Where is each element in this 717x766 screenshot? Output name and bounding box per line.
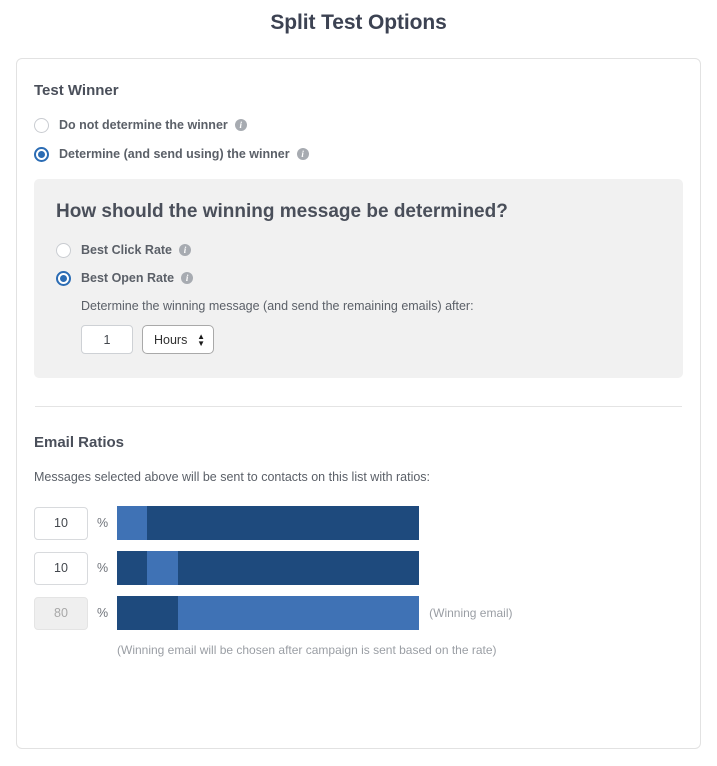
radio-option-best-open-rate[interactable]: Best Open Rate i [56,270,661,286]
radio-option-determine-winner[interactable]: Determine (and send using) the winner i [34,146,683,162]
ratio-row: % (Winning email) [34,594,683,632]
info-icon[interactable]: i [234,119,247,131]
bar-segment-base [117,596,178,630]
radio-button-determine-winner[interactable] [34,146,49,162]
delay-unit-value: Hours [154,332,188,347]
email-ratios-footnote: (Winning email will be chosen after camp… [117,643,497,657]
email-ratios-chart: % % % [34,504,683,659]
bar-segment-base [147,506,420,540]
percent-sign-label: % [97,516,109,530]
ratio-bar-3 [117,596,420,630]
delay-unit-select[interactable]: Hours ▲ ▼ [142,325,214,354]
info-icon[interactable]: i [179,244,192,256]
radio-label-do-not-determine: Do not determine the winner [59,118,228,132]
bar-segment-highlight [147,551,178,585]
email-ratios-heading: Email Ratios [34,434,125,451]
chevron-down-icon: ▼ [197,338,205,348]
test-winner-heading: Test Winner [34,82,119,99]
delay-controls: Hours ▲ ▼ [81,325,661,354]
ratio-bar-2 [117,551,420,585]
bar-segment-base [117,551,148,585]
radio-label-determine-winner: Determine (and send using) the winner [59,147,290,161]
radio-option-best-click-rate[interactable]: Best Click Rate i [56,242,661,258]
bar-segment-highlight [177,596,420,630]
radio-label-best-open-rate: Best Open Rate [81,271,175,285]
spinner-arrows-icon: ▲ ▼ [197,332,205,348]
ratio-row: % [34,504,683,542]
ratio-percent-input-3 [34,596,88,630]
ratio-row: % [34,549,683,587]
radio-button-do-not-determine[interactable] [34,117,49,133]
email-ratios-description: Messages selected above will be sent to … [34,470,431,484]
section-divider [35,406,682,407]
ratio-percent-input-2[interactable] [34,551,88,585]
info-icon[interactable]: i [181,272,194,284]
delay-value-input[interactable] [81,325,133,354]
bar-segment-highlight [117,506,148,540]
page-title: Split Test Options [270,11,447,34]
radio-label-best-click-rate: Best Click Rate [81,243,173,257]
winning-email-label: (Winning email) [429,606,513,620]
radio-option-do-not-determine[interactable]: Do not determine the winner i [34,117,683,133]
bar-segment-base [177,551,420,585]
radio-button-best-click-rate[interactable] [56,242,71,258]
split-test-options-card: Test Winner Do not determine the winner … [16,58,701,749]
delay-description: Determine the winning message (and send … [81,299,474,313]
radio-button-best-open-rate[interactable] [56,270,71,286]
ratio-percent-input-1[interactable] [34,506,88,540]
winning-message-panel: How should the winning message be determ… [34,179,683,378]
percent-sign-label: % [97,606,109,620]
percent-sign-label: % [97,561,109,575]
winning-message-panel-title: How should the winning message be determ… [56,201,508,222]
ratio-bar-1 [117,506,420,540]
info-icon[interactable]: i [296,148,309,160]
